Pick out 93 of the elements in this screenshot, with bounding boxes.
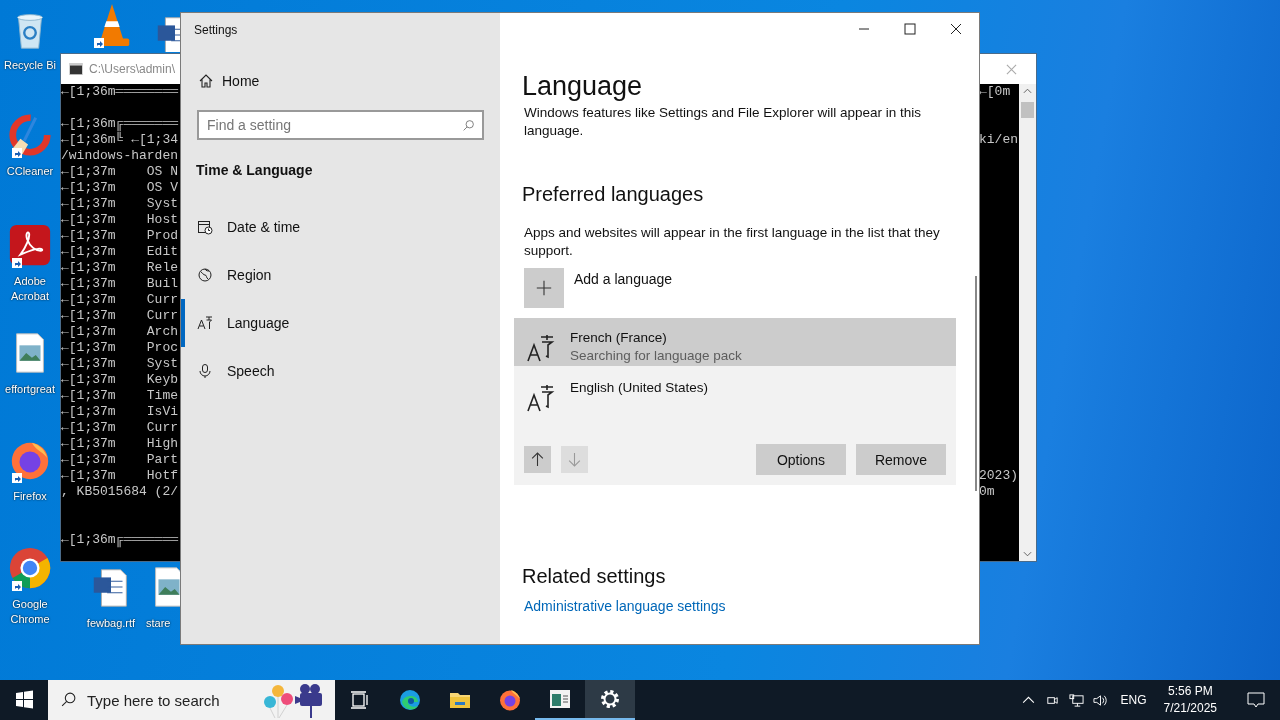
- desktop-icon-label[interactable]: Firefox: [13, 489, 47, 504]
- language-name: French (France): [570, 330, 668, 345]
- page-title: Language: [522, 71, 644, 102]
- scroll-down-icon[interactable]: [1023, 551, 1032, 557]
- home-icon: [198, 73, 214, 89]
- scroll-thumb[interactable]: [1021, 102, 1034, 118]
- window-icon: [548, 687, 572, 711]
- arrow-down-icon: [567, 452, 582, 467]
- console-line: ←[0m: [979, 84, 1012, 100]
- microphone-icon: [197, 363, 213, 379]
- console-line: ←[1;37m OS V: [61, 180, 180, 196]
- gear-icon: [598, 687, 622, 711]
- console-line: , KB5015684 (2/: [61, 484, 180, 500]
- search-icon[interactable]: [462, 119, 475, 132]
- desktop-icon-label[interactable]: Google Chrome: [0, 597, 60, 627]
- console-line: ←[1;37m Edit: [61, 244, 180, 260]
- console-line: ←[1;37m Syst: [61, 356, 180, 372]
- ccleaner-icon[interactable]: [7, 112, 53, 158]
- console-line: ←[1;36m╔═══════: [61, 116, 180, 132]
- console-icon: [69, 63, 83, 75]
- desktop-icon-label[interactable]: Recycle Bi: [4, 58, 56, 73]
- chrome-icon[interactable]: [7, 545, 53, 591]
- console-line: ←[1;37m Time: [61, 388, 180, 404]
- console-line: ←[1;37m Curr: [61, 420, 180, 436]
- scrollbar[interactable]: [1019, 84, 1036, 561]
- language-item[interactable]: French (France) Searching for language pack: [514, 318, 956, 366]
- desktop-icon-label[interactable]: CCleaner: [6, 164, 54, 179]
- acrobat-icon[interactable]: [7, 222, 53, 268]
- console-line: ki/en: [979, 132, 1019, 148]
- move-up-button[interactable]: [524, 446, 551, 473]
- console-line: ←[1;37m Curr: [61, 308, 180, 324]
- taskbar-search-field[interactable]: Type here to search: [48, 680, 335, 720]
- console-line: ←[1;37m IsVi: [61, 404, 180, 420]
- input-language-indicator[interactable]: ENG: [1120, 693, 1147, 707]
- desktop-icon-label[interactable]: stare: [146, 616, 171, 631]
- console-line: ←[1;37m Buil: [61, 276, 180, 292]
- nav-item[interactable]: Language: [181, 299, 500, 347]
- window-title: Settings: [194, 23, 239, 37]
- window-title: C:\Users\admin\: [89, 62, 176, 76]
- language-action-button[interactable]: Options: [756, 444, 846, 475]
- volume-icon[interactable]: [1092, 692, 1108, 708]
- description-text: Windows features like Settings and File Explorer will appear in this language.: [524, 104, 922, 140]
- language-name: English (United States): [570, 380, 709, 395]
- desktop-icon-label[interactable]: fewbag.rtf: [86, 616, 136, 631]
- console-line: ←[1;36m════════: [61, 84, 180, 100]
- console-line: ←[1;37m Prod: [61, 228, 180, 244]
- calendar-clock-icon: [197, 219, 213, 235]
- notifications-icon[interactable]: [1246, 690, 1266, 710]
- search-icon: [60, 691, 77, 708]
- nav-item[interactable]: Date & time: [181, 203, 500, 251]
- home-link[interactable]: Home: [198, 73, 500, 89]
- language-icon: [526, 383, 556, 413]
- scrollbar[interactable]: [975, 276, 977, 491]
- plus-icon: [535, 279, 553, 297]
- clock[interactable]: 5:56 PM 7/21/2025: [1163, 683, 1217, 717]
- console-line: ←[1;37m OS N: [61, 164, 180, 180]
- language-item[interactable]: English (United States) Options Remove: [514, 366, 956, 485]
- console-line: ←[1;37m Host: [61, 212, 180, 228]
- console-line: ←[1;37m Part: [61, 452, 180, 468]
- language-action-button[interactable]: Remove: [856, 444, 946, 475]
- console-line: ←[1;36m╔═══════: [61, 532, 180, 548]
- language-status: Searching for language pack: [570, 348, 742, 363]
- console-line: ←[1;37m Rele: [61, 260, 180, 276]
- search-field[interactable]: Find a setting: [197, 110, 484, 140]
- browser-swirl-icon: [398, 688, 422, 712]
- taskbar-settings-button[interactable]: [585, 680, 635, 720]
- console-line: ←[1;37m Arch: [61, 324, 180, 340]
- description-text: Apps and websites will appear in the first language in the list that they support.: [524, 224, 941, 260]
- console-line: 2023): [979, 468, 1019, 484]
- desktop-icon-label[interactable]: effortgreat: [5, 382, 55, 397]
- console-line: ←[1;37m Curr: [61, 292, 180, 308]
- scroll-up-icon[interactable]: [1023, 88, 1032, 94]
- console-line: ←[1;37m Syst: [61, 196, 180, 212]
- language-icon: [526, 333, 556, 363]
- console-line: ←[1;36m╚ ←[1;34: [61, 132, 180, 148]
- desktop-icon-label[interactable]: Adobe Acrobat: [0, 274, 60, 304]
- nav-item[interactable]: Speech: [181, 347, 500, 395]
- network-icon[interactable]: [1068, 692, 1084, 708]
- settings-link[interactable]: Administrative language settings: [524, 598, 726, 614]
- arrow-up-icon: [530, 452, 545, 467]
- section-heading: Preferred languages: [522, 183, 705, 206]
- console-line: ←[1;37m Proc: [61, 340, 180, 356]
- add-language-button[interactable]: Add a language: [524, 268, 673, 308]
- section-heading: Time & Language: [196, 162, 314, 178]
- console-line: /windows-harden: [61, 148, 180, 164]
- console-line: ←[1;37m High: [61, 436, 180, 452]
- console-line: ←[1;37m Hotf: [61, 468, 180, 484]
- section-heading: Related settings: [522, 565, 667, 588]
- fox-globe-icon: [498, 688, 522, 712]
- nav-item[interactable]: Region: [181, 251, 500, 299]
- language-icon: [197, 315, 213, 331]
- console-line: ←[1;37m Keyb: [61, 372, 180, 388]
- console-line: 0m: [979, 484, 996, 500]
